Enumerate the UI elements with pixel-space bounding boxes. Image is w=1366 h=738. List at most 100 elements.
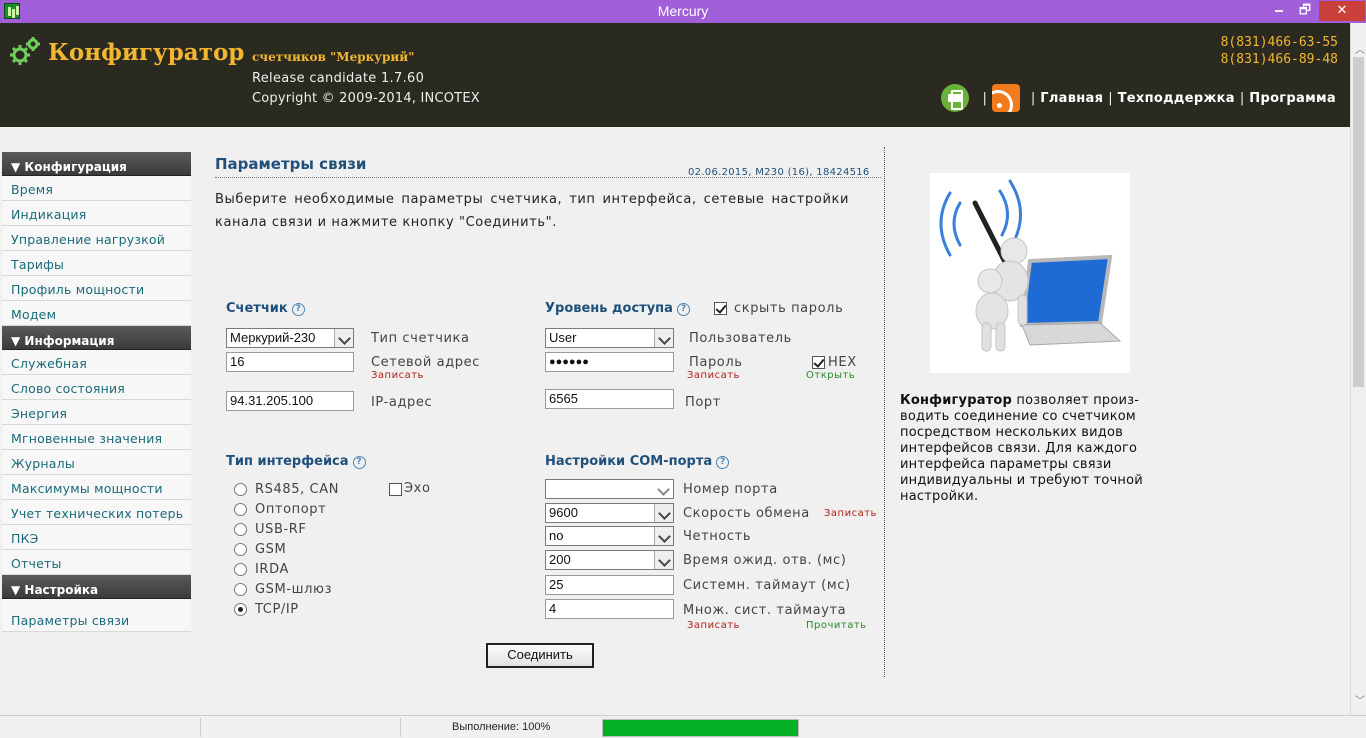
timeout-multiplier-input[interactable]: 4 bbox=[545, 599, 674, 619]
window-title: Mercury bbox=[657, 3, 709, 19]
sidebar-section-configuration[interactable]: ▼ Конфигурация bbox=[2, 152, 191, 176]
nav-program-link[interactable]: Программа bbox=[1249, 91, 1336, 106]
window-titlebar[interactable]: Mercury 🗕 🗗 ✕ bbox=[0, 0, 1366, 23]
logo-subtitle: счетчиков "Меркурий" bbox=[252, 50, 415, 64]
hex-open-link[interactable]: Открыть bbox=[806, 370, 855, 381]
com-port-select[interactable] bbox=[545, 479, 674, 499]
com-write-link[interactable]: Записать bbox=[687, 620, 740, 631]
sidebar-item-energy[interactable]: Энергия bbox=[2, 400, 191, 425]
vertical-scrollbar[interactable]: ︿ ﹀ bbox=[1350, 23, 1366, 715]
interface-label-gsm: GSM bbox=[255, 542, 287, 557]
description-text: Конфигуратор позволяет произ-водить соед… bbox=[900, 393, 1170, 505]
password-write-link[interactable]: Записать bbox=[687, 370, 740, 381]
password-input[interactable]: ●●●●●● bbox=[545, 352, 674, 372]
access-title-text: Уровень доступа bbox=[545, 301, 673, 316]
sidebar-section-information[interactable]: ▼ Информация bbox=[2, 326, 191, 350]
nav-separator: | bbox=[982, 90, 987, 106]
logo-title: Конфигуратор bbox=[48, 39, 245, 66]
interface-radio-optoport[interactable] bbox=[234, 503, 247, 516]
port-input[interactable]: 6565 bbox=[545, 389, 674, 409]
network-address-input[interactable]: 16 bbox=[226, 352, 354, 372]
access-section-title: Уровень доступа? bbox=[545, 301, 690, 316]
sidebar-item-instant-values[interactable]: Мгновенные значения bbox=[2, 425, 191, 450]
sidebar-item-reports[interactable]: Отчеты bbox=[2, 550, 191, 575]
nav-support-link[interactable]: Техподдержка bbox=[1118, 91, 1235, 106]
user-level-select[interactable]: User bbox=[545, 328, 674, 348]
sidebar-item-status-word[interactable]: Слово состояния bbox=[2, 375, 191, 400]
sidebar-item-tech-losses[interactable]: Учет технических потерь bbox=[2, 500, 191, 525]
sidebar-item-service[interactable]: Служебная bbox=[2, 350, 191, 375]
phone-2: 8(831)466-89-48 bbox=[1220, 52, 1338, 67]
maximize-button[interactable]: 🗗 bbox=[1292, 1, 1318, 21]
sidebar-item-load-control[interactable]: Управление нагрузкой bbox=[2, 226, 191, 251]
sidebar-item-time[interactable]: Время bbox=[2, 176, 191, 201]
com-read-link[interactable]: Прочитать bbox=[806, 620, 867, 631]
interface-radio-irda[interactable] bbox=[234, 563, 247, 576]
sidebar-item-pqe[interactable]: ПКЭ bbox=[2, 525, 191, 550]
help-icon[interactable]: ? bbox=[676, 303, 690, 316]
speed-write-link[interactable]: Записать bbox=[824, 508, 877, 519]
scroll-thumb[interactable] bbox=[1353, 57, 1364, 387]
interface-radio-rs485[interactable] bbox=[234, 483, 247, 496]
scroll-down-icon[interactable]: ﹀ bbox=[1355, 692, 1365, 707]
interface-label-gsm-gateway: GSM-шлюз bbox=[255, 582, 333, 597]
nav-separator: | bbox=[1030, 90, 1036, 106]
hex-checkbox[interactable] bbox=[812, 356, 825, 369]
nav-separator: | bbox=[1239, 90, 1245, 106]
meter-type-label: Тип счетчика bbox=[371, 331, 470, 346]
sidebar-item-modem[interactable]: Модем bbox=[2, 301, 191, 326]
parity-value: no bbox=[549, 528, 564, 543]
echo-label: Эхо bbox=[404, 481, 431, 496]
meter-type-select[interactable]: Меркурий-230 bbox=[226, 328, 354, 348]
port-label: Порт bbox=[685, 395, 721, 410]
chevron-down-icon[interactable] bbox=[654, 504, 673, 522]
wait-time-label: Время ожид. отв. (мс) bbox=[683, 553, 847, 568]
interface-radio-usb-rf[interactable] bbox=[234, 523, 247, 536]
print-icon[interactable] bbox=[941, 84, 970, 112]
rss-icon[interactable] bbox=[991, 84, 1020, 112]
interface-radio-gsm-gateway[interactable] bbox=[234, 583, 247, 596]
com-title-text: Настройки COM-порта bbox=[545, 454, 713, 469]
help-icon[interactable]: ? bbox=[352, 456, 366, 469]
wait-time-select[interactable]: 200 bbox=[545, 550, 674, 570]
ip-address-input[interactable]: 94.31.205.100 bbox=[226, 391, 354, 411]
chevron-down-icon[interactable] bbox=[654, 329, 673, 347]
sidebar-item-connection-params[interactable]: Параметры связи bbox=[2, 607, 191, 632]
nav-separator: | bbox=[1108, 90, 1113, 106]
sidebar-item-power-max[interactable]: Максимумы мощности bbox=[2, 475, 191, 500]
chevron-down-icon[interactable] bbox=[654, 480, 673, 498]
connect-button[interactable]: Соединить bbox=[486, 643, 594, 668]
com-port-label: Номер порта bbox=[683, 482, 778, 497]
close-button[interactable]: ✕ bbox=[1319, 1, 1365, 21]
hide-password-checkbox[interactable] bbox=[714, 302, 727, 315]
sidebar-item-power-profile[interactable]: Профиль мощности bbox=[2, 276, 191, 301]
sidebar-item-tariffs[interactable]: Тарифы bbox=[2, 251, 191, 276]
chevron-down-icon[interactable] bbox=[334, 329, 353, 347]
sidebar-section-settings[interactable]: ▼ Настройка bbox=[2, 575, 191, 599]
counter-title-text: Счетчик bbox=[226, 301, 288, 316]
help-icon[interactable]: ? bbox=[291, 303, 305, 316]
release-version: Release candidate 1.7.60 bbox=[252, 71, 425, 86]
scroll-up-icon[interactable]: ︿ bbox=[1355, 41, 1365, 56]
app-header: Конфигуратор счетчиков "Меркурий" Releas… bbox=[0, 23, 1350, 127]
sidebar-item-display[interactable]: Индикация bbox=[2, 201, 191, 226]
user-label: Пользователь bbox=[689, 331, 792, 346]
echo-checkbox[interactable] bbox=[389, 483, 402, 496]
system-timeout-input[interactable]: 25 bbox=[545, 575, 674, 595]
chevron-down-icon[interactable] bbox=[654, 527, 673, 545]
minimize-button[interactable]: 🗕 bbox=[1266, 1, 1292, 21]
system-timeout-label: Системн. таймаут (мс) bbox=[683, 578, 851, 593]
nav-home-link[interactable]: Главная bbox=[1040, 91, 1103, 106]
interface-section-title: Тип интерфейса? bbox=[226, 454, 366, 469]
address-write-link[interactable]: Записать bbox=[371, 370, 424, 381]
intro-text: Выберите необходимые параметры счетчика,… bbox=[215, 192, 849, 230]
interface-radio-tcpip[interactable] bbox=[234, 603, 247, 616]
baud-rate-select[interactable]: 9600 bbox=[545, 503, 674, 523]
sidebar-item-logs[interactable]: Журналы bbox=[2, 450, 191, 475]
chevron-down-icon[interactable] bbox=[654, 551, 673, 569]
interface-radio-gsm[interactable] bbox=[234, 543, 247, 556]
interface-title-text: Тип интерфейса bbox=[226, 454, 349, 469]
parity-select[interactable]: no bbox=[545, 526, 674, 546]
com-section-title: Настройки COM-порта? bbox=[545, 454, 730, 469]
help-icon[interactable]: ? bbox=[716, 456, 730, 469]
